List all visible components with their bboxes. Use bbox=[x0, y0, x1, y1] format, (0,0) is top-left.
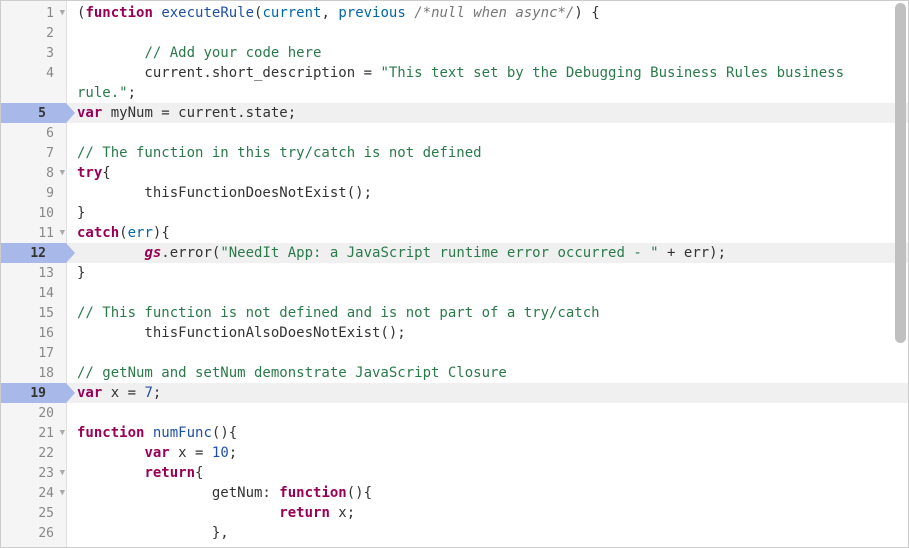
code-line-23[interactable]: return{ bbox=[77, 463, 908, 483]
code-line-15[interactable]: // This function is not defined and is n… bbox=[77, 303, 908, 323]
gutter: 1▼2345678▼91011▼12131415161718192021▼222… bbox=[1, 1, 67, 547]
code-line-9[interactable]: thisFunctionDoesNotExist(); bbox=[77, 183, 908, 203]
gutter-line-16[interactable]: 16 bbox=[1, 323, 66, 343]
code-line-2[interactable] bbox=[77, 23, 908, 43]
code-line-5[interactable]: var myNum = current.state; bbox=[67, 103, 908, 123]
code-line-14[interactable] bbox=[77, 283, 908, 303]
gutter-line-26[interactable]: 26 bbox=[1, 523, 66, 543]
gutter-line-21[interactable]: 21▼ bbox=[1, 423, 66, 443]
gutter-line-3[interactable]: 3 bbox=[1, 43, 66, 63]
code-line-12[interactable]: gs.error("NeedIt App: a JavaScript runti… bbox=[67, 243, 908, 263]
code-line-10[interactable]: } bbox=[77, 203, 908, 223]
gutter-line-4[interactable]: 4 bbox=[1, 63, 66, 83]
code-line-4[interactable]: current.short_description = "This text s… bbox=[77, 63, 908, 83]
gutter-line-18[interactable]: 18 bbox=[1, 363, 66, 383]
code-line-6[interactable] bbox=[77, 123, 908, 143]
gutter-line-22[interactable]: 22 bbox=[1, 443, 66, 463]
gutter-line-7[interactable]: 7 bbox=[1, 143, 66, 163]
code-line-21[interactable]: function numFunc(){ bbox=[77, 423, 908, 443]
gutter-line-19[interactable]: 19 bbox=[1, 383, 66, 403]
gutter-line-12[interactable]: 12 bbox=[1, 243, 66, 263]
gutter-line-1[interactable]: 1▼ bbox=[1, 3, 66, 23]
code-line-8[interactable]: try{ bbox=[77, 163, 908, 183]
code-line-19[interactable]: var x = 7; bbox=[67, 383, 908, 403]
gutter-wrap bbox=[1, 83, 66, 103]
gutter-line-6[interactable]: 6 bbox=[1, 123, 66, 143]
code-line-26[interactable]: }, bbox=[77, 523, 908, 543]
fold-icon[interactable]: ▼ bbox=[60, 488, 65, 498]
gutter-line-13[interactable]: 13 bbox=[1, 263, 66, 283]
gutter-line-5[interactable]: 5 bbox=[1, 103, 66, 123]
gutter-line-25[interactable]: 25 bbox=[1, 503, 66, 523]
code-line-20[interactable] bbox=[77, 403, 908, 423]
gutter-line-2[interactable]: 2 bbox=[1, 23, 66, 43]
gutter-line-20[interactable]: 20 bbox=[1, 403, 66, 423]
code-line-18[interactable]: // getNum and setNum demonstrate JavaScr… bbox=[77, 363, 908, 383]
gutter-line-24[interactable]: 24▼ bbox=[1, 483, 66, 503]
gutter-line-23[interactable]: 23▼ bbox=[1, 463, 66, 483]
fold-icon[interactable]: ▼ bbox=[60, 428, 65, 438]
code-line-13[interactable]: } bbox=[77, 263, 908, 283]
scrollbar[interactable] bbox=[895, 3, 906, 343]
code-line-3[interactable]: // Add your code here bbox=[77, 43, 908, 63]
gutter-line-17[interactable]: 17 bbox=[1, 343, 66, 363]
gutter-line-15[interactable]: 15 bbox=[1, 303, 66, 323]
gutter-line-8[interactable]: 8▼ bbox=[1, 163, 66, 183]
code-line-22[interactable]: var x = 10; bbox=[77, 443, 908, 463]
code-line-24[interactable]: getNum: function(){ bbox=[77, 483, 908, 503]
fold-icon[interactable]: ▼ bbox=[60, 468, 65, 478]
gutter-line-9[interactable]: 9 bbox=[1, 183, 66, 203]
fold-icon[interactable]: ▼ bbox=[60, 8, 65, 18]
code-editor[interactable]: 1▼2345678▼91011▼12131415161718192021▼222… bbox=[0, 0, 909, 548]
fold-icon[interactable]: ▼ bbox=[60, 168, 65, 178]
gutter-line-10[interactable]: 10 bbox=[1, 203, 66, 223]
code-line-11[interactable]: catch(err){ bbox=[77, 223, 908, 243]
fold-icon[interactable]: ▼ bbox=[60, 228, 65, 238]
code-area[interactable]: (function executeRule(current, previous … bbox=[67, 1, 908, 547]
code-line-4b[interactable]: rule."; bbox=[77, 83, 908, 103]
code-line-7[interactable]: // The function in this try/catch is not… bbox=[77, 143, 908, 163]
gutter-line-11[interactable]: 11▼ bbox=[1, 223, 66, 243]
code-line-1[interactable]: (function executeRule(current, previous … bbox=[77, 3, 908, 23]
code-line-25[interactable]: return x; bbox=[77, 503, 908, 523]
code-line-16[interactable]: thisFunctionAlsoDoesNotExist(); bbox=[77, 323, 908, 343]
gutter-line-14[interactable]: 14 bbox=[1, 283, 66, 303]
code-line-17[interactable] bbox=[77, 343, 908, 363]
